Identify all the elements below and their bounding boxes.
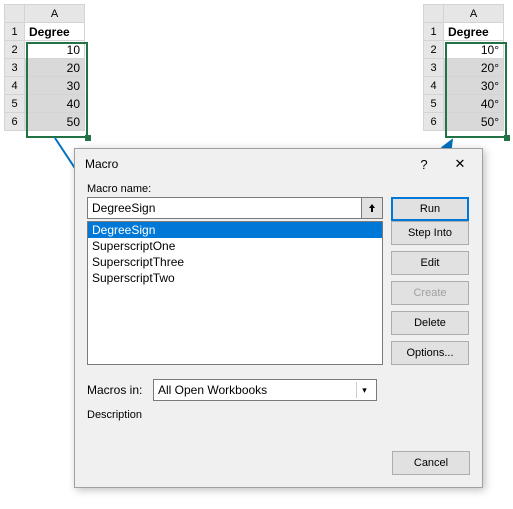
cell-a1[interactable]: Degree <box>25 23 85 41</box>
list-item[interactable]: DegreeSign <box>88 222 382 238</box>
cell-a6[interactable]: 50° <box>444 113 504 131</box>
cell-a2[interactable]: 10 <box>25 41 85 59</box>
row-header[interactable]: 6 <box>424 113 444 131</box>
row-header[interactable]: 3 <box>424 59 444 77</box>
row-header[interactable]: 1 <box>424 23 444 41</box>
titlebar[interactable]: Macro ? ✕ <box>75 149 482 179</box>
row-header[interactable]: 1 <box>5 23 25 41</box>
chevron-down-icon: ▾ <box>356 382 372 398</box>
help-button[interactable]: ? <box>406 151 442 177</box>
macros-in-select[interactable]: All Open Workbooks ▾ <box>153 379 377 401</box>
col-header-a[interactable]: A <box>444 5 504 23</box>
cell-a1[interactable]: Degree <box>444 23 504 41</box>
description-label: Description <box>87 409 470 421</box>
select-all-corner[interactable] <box>424 5 444 23</box>
cell-a5[interactable]: 40° <box>444 95 504 113</box>
cancel-button[interactable]: Cancel <box>392 451 470 475</box>
cell-a2[interactable]: 10° <box>444 41 504 59</box>
row-header[interactable]: 5 <box>424 95 444 113</box>
collapse-icon <box>367 203 377 213</box>
edit-button[interactable]: Edit <box>391 251 469 275</box>
fill-handle-right[interactable] <box>504 135 510 141</box>
dialog-title: Macro <box>85 157 406 171</box>
row-header[interactable]: 4 <box>424 77 444 95</box>
macro-list[interactable]: DegreeSign SuperscriptOne SuperscriptThr… <box>87 221 383 365</box>
list-item[interactable]: SuperscriptOne <box>88 238 382 254</box>
macro-name-label: Macro name: <box>87 183 470 195</box>
macro-name-input[interactable] <box>87 197 361 219</box>
cell-a4[interactable]: 30 <box>25 77 85 95</box>
create-button: Create <box>391 281 469 305</box>
step-into-button[interactable]: Step Into <box>391 221 469 245</box>
row-header[interactable]: 4 <box>5 77 25 95</box>
macros-in-label: Macros in: <box>87 383 147 397</box>
delete-button[interactable]: Delete <box>391 311 469 335</box>
row-header[interactable]: 6 <box>5 113 25 131</box>
worksheet-left[interactable]: A 1Degree 210 320 430 540 650 <box>4 4 85 131</box>
row-header[interactable]: 5 <box>5 95 25 113</box>
options-button[interactable]: Options... <box>391 341 469 365</box>
row-header[interactable]: 3 <box>5 59 25 77</box>
worksheet-right[interactable]: A 1Degree 210° 320° 430° 540° 650° <box>423 4 504 131</box>
cell-a4[interactable]: 30° <box>444 77 504 95</box>
list-item[interactable]: SuperscriptTwo <box>88 270 382 286</box>
cell-a6[interactable]: 50 <box>25 113 85 131</box>
macro-dialog: Macro ? ✕ Macro name: Run DegreeSign Sup… <box>74 148 483 488</box>
cell-a3[interactable]: 20 <box>25 59 85 77</box>
col-header-a[interactable]: A <box>25 5 85 23</box>
row-header[interactable]: 2 <box>424 41 444 59</box>
cell-a5[interactable]: 40 <box>25 95 85 113</box>
collapse-dialog-button[interactable] <box>361 197 383 219</box>
cell-a3[interactable]: 20° <box>444 59 504 77</box>
close-button[interactable]: ✕ <box>442 151 478 177</box>
row-header[interactable]: 2 <box>5 41 25 59</box>
macros-in-value: All Open Workbooks <box>158 383 267 397</box>
list-item[interactable]: SuperscriptThree <box>88 254 382 270</box>
fill-handle-left[interactable] <box>85 135 91 141</box>
select-all-corner[interactable] <box>5 5 25 23</box>
run-button[interactable]: Run <box>391 197 469 221</box>
